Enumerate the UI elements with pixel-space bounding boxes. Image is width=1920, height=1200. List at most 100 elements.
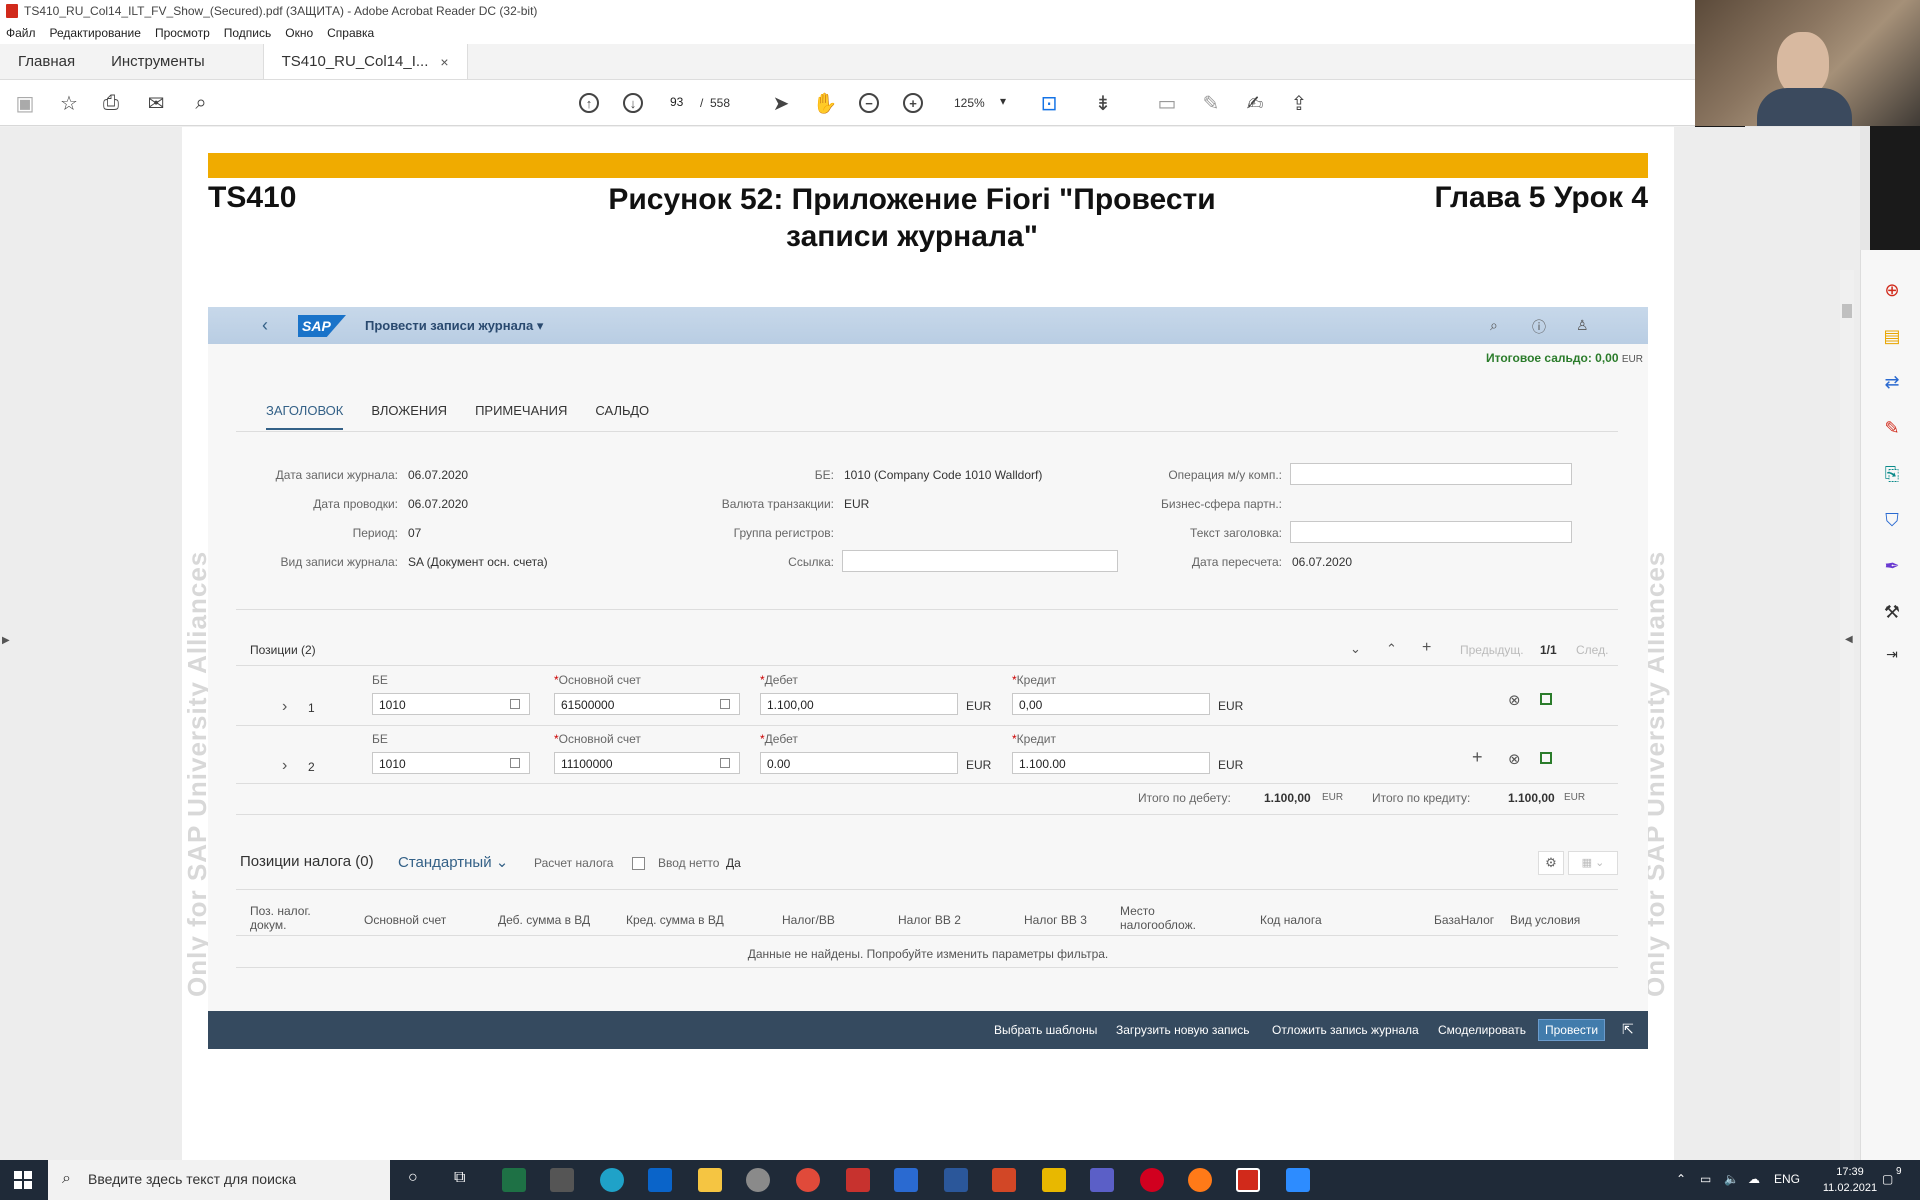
zoom-in-icon[interactable]: + <box>900 90 926 116</box>
sign-icon[interactable]: ✍ <box>1242 90 1268 116</box>
add-row-icon[interactable]: + <box>1472 747 1483 768</box>
star-icon[interactable]: ☆ <box>56 90 82 116</box>
value-help-icon[interactable] <box>720 758 730 768</box>
row-status-icon[interactable] <box>1540 752 1552 764</box>
post-button[interactable]: Провести <box>1538 1019 1606 1041</box>
page-down-icon[interactable]: ↓ <box>620 90 646 116</box>
more-tools-icon[interactable]: ⚒ <box>1881 602 1903 624</box>
menu-window[interactable]: Окно <box>285 26 313 40</box>
acrobat-taskbar-icon[interactable] <box>1236 1168 1260 1192</box>
tab-tools[interactable]: Инструменты <box>93 44 223 79</box>
powerpoint-icon[interactable] <box>992 1168 1016 1192</box>
edge-icon[interactable] <box>600 1168 624 1192</box>
row-1-debit-input[interactable]: 1.100,00 <box>760 693 958 715</box>
delete-row-icon[interactable]: ⊗ <box>1508 691 1521 709</box>
expand-panel-icon[interactable]: ⇥ <box>1881 646 1903 668</box>
delete-row-icon[interactable]: ⊗ <box>1508 750 1521 768</box>
choose-templates-button[interactable]: Выбрать шаблоны <box>994 1023 1097 1037</box>
row-1-credit-input[interactable]: 0,00 <box>1012 693 1210 715</box>
chevron-right-icon[interactable]: › <box>282 698 287 716</box>
export-icon[interactable]: ▦ ⌄ <box>1568 851 1618 875</box>
export-pdf-icon[interactable]: ⇄ <box>1881 372 1903 394</box>
header-text-input[interactable] <box>1290 521 1572 543</box>
tab-header[interactable]: ЗАГОЛОВОК <box>266 403 344 430</box>
fill-sign-icon[interactable]: ✒ <box>1881 556 1903 578</box>
chevron-up-icon[interactable]: ⌃ <box>1676 1172 1686 1186</box>
document-area[interactable]: ▶ TS410 Рисунок 52: Приложение Fiori "Пр… <box>0 127 1860 1160</box>
create-pdf-icon[interactable]: ⊕ <box>1881 280 1903 302</box>
cortana-icon[interactable]: ○ <box>408 1169 418 1187</box>
back-icon[interactable]: ‹ <box>262 315 268 336</box>
share-icon[interactable]: ⇪ <box>1286 90 1312 116</box>
chevron-right-icon[interactable]: › <box>282 757 287 775</box>
search-icon[interactable]: ⌕ <box>1490 317 1498 334</box>
menu-file[interactable]: Файл <box>6 26 36 40</box>
file-explorer-icon[interactable] <box>698 1168 722 1192</box>
outlook-icon[interactable] <box>648 1168 672 1192</box>
edit-pdf-icon[interactable]: ✎ <box>1881 418 1903 440</box>
value-help-icon[interactable] <box>720 699 730 709</box>
tab-document[interactable]: TS410_RU_Col14_I... × <box>262 44 468 79</box>
simulate-button[interactable]: Смоделировать <box>1438 1023 1526 1037</box>
task-view-icon[interactable]: ⧉ <box>454 1169 465 1187</box>
notification-icon[interactable]: ▢ <box>1882 1172 1893 1186</box>
left-panel-toggle-icon[interactable]: ▶ <box>2 635 10 646</box>
chrome-icon[interactable] <box>796 1168 820 1192</box>
upload-button[interactable]: Загрузить новую запись <box>1116 1023 1250 1037</box>
row-status-icon[interactable] <box>1540 693 1552 705</box>
organize-pages-icon[interactable]: ⎘ <box>1881 464 1903 486</box>
reference-input[interactable] <box>842 550 1118 572</box>
store-icon[interactable] <box>550 1168 574 1192</box>
pager-next[interactable]: След. <box>1576 643 1608 657</box>
row-2-gl-input[interactable]: 11100000 <box>554 752 740 774</box>
row-1-gl-input[interactable]: 61500000 <box>554 693 740 715</box>
gear-icon[interactable]: ⚙ <box>1538 851 1564 875</box>
comment-tool-icon[interactable]: ▤ <box>1881 326 1903 348</box>
firefox-icon[interactable] <box>1188 1168 1212 1192</box>
excel-icon[interactable] <box>502 1168 526 1192</box>
panel-collapse-icon[interactable]: ◀ <box>1845 634 1853 645</box>
value-help-icon[interactable] <box>510 758 520 768</box>
windows-start-icon[interactable] <box>14 1171 32 1189</box>
scrollbar-thumb[interactable] <box>1842 304 1852 318</box>
tab-notes[interactable]: ПРИМЕЧАНИЯ <box>475 403 567 430</box>
zoom-level[interactable]: 125% <box>954 96 985 110</box>
expand-all-icon[interactable]: ⌃ <box>1386 641 1397 657</box>
row-1-cc-input[interactable]: 1010 <box>372 693 530 715</box>
print-icon[interactable]: ⎙ <box>98 90 124 116</box>
scroll-mode-icon[interactable]: ⇟ <box>1090 90 1116 116</box>
park-button[interactable]: Отложить запись журнала <box>1272 1023 1419 1037</box>
cloud-icon[interactable]: ☁ <box>1748 1172 1760 1186</box>
select-cursor-icon[interactable]: ➤ <box>768 90 794 116</box>
collapse-all-icon[interactable]: ⌄ <box>1350 641 1361 657</box>
tab-attachments[interactable]: ВЛОЖЕНИЯ <box>371 403 447 430</box>
menu-sign[interactable]: Подпись <box>224 26 272 40</box>
document-scrollbar[interactable] <box>1840 270 1854 1160</box>
chevron-down-icon[interactable]: ▾ <box>1000 94 1006 108</box>
mail-icon[interactable]: ✉ <box>143 90 169 116</box>
pager-prev[interactable]: Предыдущ. <box>1460 643 1524 657</box>
word-icon[interactable] <box>944 1168 968 1192</box>
share-icon[interactable]: ⇱ <box>1622 1021 1634 1038</box>
variant-selector[interactable]: Стандартный ⌄ <box>398 853 508 871</box>
user-icon[interactable]: ♙ <box>1576 317 1589 334</box>
protect-icon[interactable]: ⛉ <box>1881 510 1903 532</box>
close-icon[interactable]: × <box>440 54 448 70</box>
tab-balance[interactable]: САЛЬДО <box>595 403 649 430</box>
menu-edit[interactable]: Редактирование <box>50 26 141 40</box>
row-2-debit-input[interactable]: 0.00 <box>760 752 958 774</box>
highlight-icon[interactable]: ✎ <box>1198 90 1224 116</box>
volume-icon[interactable]: 🔈 <box>1724 1172 1739 1186</box>
tab-home[interactable]: Главная <box>0 44 93 79</box>
tax-calc-checkbox[interactable] <box>632 857 645 870</box>
menu-help[interactable]: Справка <box>327 26 374 40</box>
teams-icon[interactable] <box>1090 1168 1114 1192</box>
row-2-credit-input[interactable]: 1.100.00 <box>1012 752 1210 774</box>
save-icon[interactable]: ▣ <box>12 90 38 116</box>
taskbar-search[interactable]: ⌕ Введите здесь текст для поиска <box>48 1160 390 1200</box>
intercompany-input[interactable] <box>1290 463 1572 485</box>
app-icon[interactable] <box>1042 1168 1066 1192</box>
app-icon[interactable] <box>846 1168 870 1192</box>
zoom-icon[interactable] <box>1286 1168 1310 1192</box>
language-indicator[interactable]: ENG <box>1774 1172 1800 1186</box>
